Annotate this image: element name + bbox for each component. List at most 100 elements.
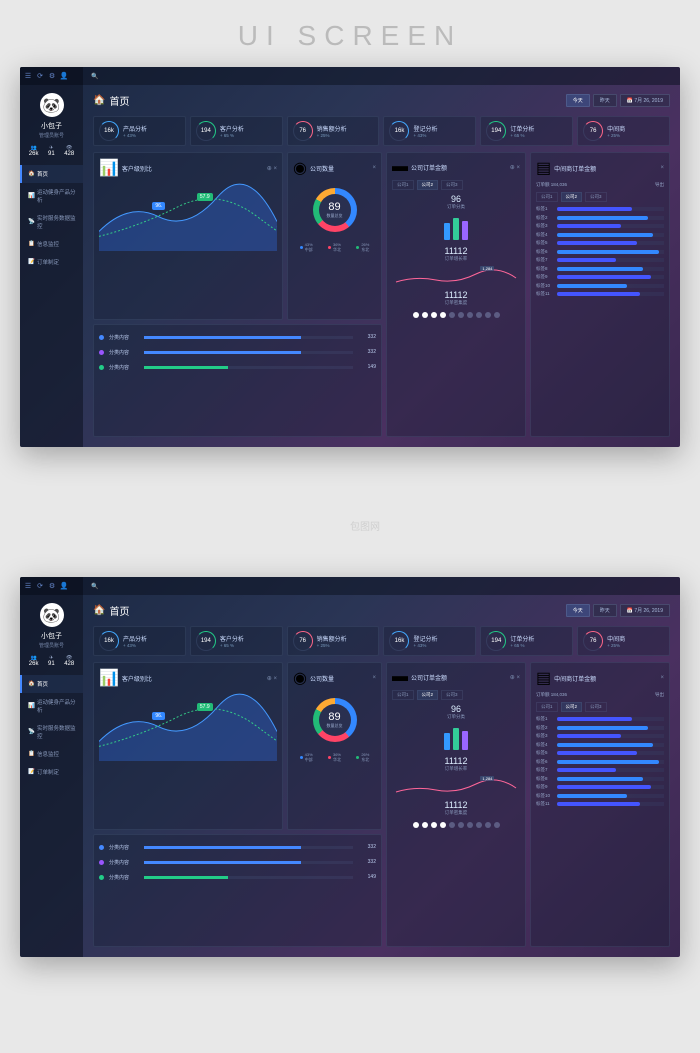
monitor-icon: 📡 [28,219,34,225]
filter-date[interactable]: 📅 7月 26, 2019 [620,604,670,617]
user-icon[interactable]: 👤 [60,72,68,80]
order-icon: 📝 [28,769,34,775]
tab[interactable]: 公司1 [536,192,558,202]
kpi-row: 16k产品分析+ 43%194客户分析+ 65 %76销售额分析+ 25%16k… [83,116,680,146]
tab[interactable]: 公司1 [392,690,414,700]
tab[interactable]: 公司2 [561,702,583,712]
main-topbar: 🔍 [83,67,680,85]
panel-middleman: ▤中间商订单金额× 订单额 184,036导出 公司1 公司2 公司3 标签1标… [530,152,670,437]
tab[interactable]: 公司3 [441,180,463,190]
nav-product[interactable]: 📊运动健身产品分析 [20,693,83,719]
category-bar: 分类内容332 [99,859,376,866]
filter-today[interactable]: 今天 [566,94,590,107]
avatar[interactable]: 🐼 [40,93,64,117]
chart-badge: 96. [152,712,165,720]
nav-info[interactable]: 📋信息监控 [20,235,83,253]
export-link[interactable]: 导出 [655,182,664,188]
nav-home[interactable]: 🏠首页 [20,675,83,693]
close-icon[interactable]: × [660,675,664,681]
export-link[interactable]: 导出 [655,692,664,698]
panel-company-count: ◉公司数量× 89数量总览 43%中部36%华北26%东北 [287,152,382,320]
tab[interactable]: 公司2 [561,192,583,202]
settings-icon[interactable]: ⚙ [48,582,56,590]
refresh-icon[interactable]: ⟳ [36,582,44,590]
home-icon: 🏠 [28,681,34,687]
hbar-list: 标签1标签2标签3标签4标签5标签6标签7标签8标签9标签10标签11 [536,206,664,431]
category-bar: 分类内容332 [99,349,376,356]
kpi-card[interactable]: 194订单分析+ 65 % [480,116,573,146]
area-chart: 96. 57.9 [99,182,277,314]
close-icon[interactable]: ⊕ × [510,674,520,681]
filter-date[interactable]: 📅 7月 26, 2019 [620,94,670,107]
hbar-row: 标签9 [536,274,664,280]
nav-order[interactable]: 📝订单制定 [20,253,83,271]
page-title: 🏠首页 [93,603,558,618]
user-icon[interactable]: 👤 [60,582,68,590]
header: 🏠首页 今天 昨天 📅 7月 26, 2019 [83,595,680,626]
hbar-row: 标签4 [536,742,664,748]
kpi-card[interactable]: 76中间商+ 25% [577,116,670,146]
close-icon[interactable]: × [660,165,664,171]
grid: 📊客户级别比⊕ × 96. 57.9 ◉公司数量× 89数量总览 43%中部36… [83,662,680,957]
filter-today[interactable]: 今天 [566,604,590,617]
close-icon[interactable]: ⊕ × [267,165,277,172]
tabs: 公司1 公司2 公司3 [536,192,664,202]
kpi-card[interactable]: 194订单分析+ 65 % [480,626,573,656]
search-input[interactable]: 🔍 [91,73,672,80]
category-bar: 分类内容332 [99,334,376,341]
kpi-card[interactable]: 194客户分析+ 65 % [190,626,283,656]
close-icon[interactable]: × [372,675,376,681]
tab[interactable]: 公司3 [585,702,607,712]
filter-yesterday[interactable]: 昨天 [593,94,617,107]
kpi-ring: 194 [486,631,506,651]
hbar-row: 标签8 [536,266,664,272]
nav-order[interactable]: 📝订单制定 [20,763,83,781]
settings-icon[interactable]: ⚙ [48,72,56,80]
tab[interactable]: 公司3 [585,192,607,202]
nav-info[interactable]: 📋信息监控 [20,745,83,763]
date-filters: 今天 昨天 📅 7月 26, 2019 [566,94,670,107]
hbar-row: 标签10 [536,793,664,799]
kpi-ring: 76 [293,631,313,651]
close-icon[interactable]: ⊕ × [510,164,520,171]
nav-service[interactable]: 📡实时服务数据监控 [20,209,83,235]
kpi-card[interactable]: 16k登记分析+ 43% [383,116,476,146]
panel-order-amount: ▬公司订单金额⊕ × 公司1 公司2 公司3 96订单分类 11112订单增长率… [386,152,526,437]
hbar-row: 标签11 [536,291,664,297]
hbar-row: 标签1 [536,716,664,722]
kpi-card[interactable]: 194客户分析+ 65 % [190,116,283,146]
tab[interactable]: 公司2 [417,180,439,190]
tab[interactable]: 公司2 [417,690,439,700]
menu-icon[interactable]: ☰ [24,72,32,80]
main-topbar: 🔍 [83,577,680,595]
category-bar: 分类内容149 [99,874,376,881]
nav-home[interactable]: 🏠首页 [20,165,83,183]
legend: 43%中部36%华北26%东北 [293,242,376,253]
kpi-card[interactable]: 16k产品分析+ 43% [93,116,186,146]
kpi-card[interactable]: 76中间商+ 25% [577,626,670,656]
nav-service[interactable]: 📡实时服务数据监控 [20,719,83,745]
hbar-row: 标签5 [536,240,664,246]
sidebar: ☰ ⟳ ⚙ 👤 🐼 小包子 管理员账号 👥26k ✈91 👁428 🏠首页 📊运… [20,577,83,957]
kpi-card[interactable]: 16k登记分析+ 43% [383,626,476,656]
close-icon[interactable]: × [372,165,376,171]
nav-product[interactable]: 📊运动健身产品分析 [20,183,83,209]
avatar[interactable]: 🐼 [40,603,64,627]
search-input[interactable]: 🔍 [91,583,672,590]
kpi-card[interactable]: 76销售额分析+ 25% [287,116,380,146]
kpi-card[interactable]: 16k产品分析+ 43% [93,626,186,656]
tab[interactable]: 公司1 [392,180,414,190]
hbar-row: 标签2 [536,215,664,221]
pie-icon: ◉ [293,668,307,688]
close-icon[interactable]: ⊕ × [267,675,277,682]
menu-icon[interactable]: ☰ [24,582,32,590]
kpi-card[interactable]: 76销售额分析+ 25% [287,626,380,656]
panel-customer-level: 📊客户级别比⊕ × 96. 57.9 [93,662,283,830]
refresh-icon[interactable]: ⟳ [36,72,44,80]
tab[interactable]: 公司3 [441,690,463,700]
filter-yesterday[interactable]: 昨天 [593,604,617,617]
tab[interactable]: 公司1 [536,702,558,712]
hbar-row: 标签3 [536,223,664,229]
category-bars: 分类内容332分类内容332分类内容149 [99,840,376,881]
hbar-row: 标签10 [536,283,664,289]
